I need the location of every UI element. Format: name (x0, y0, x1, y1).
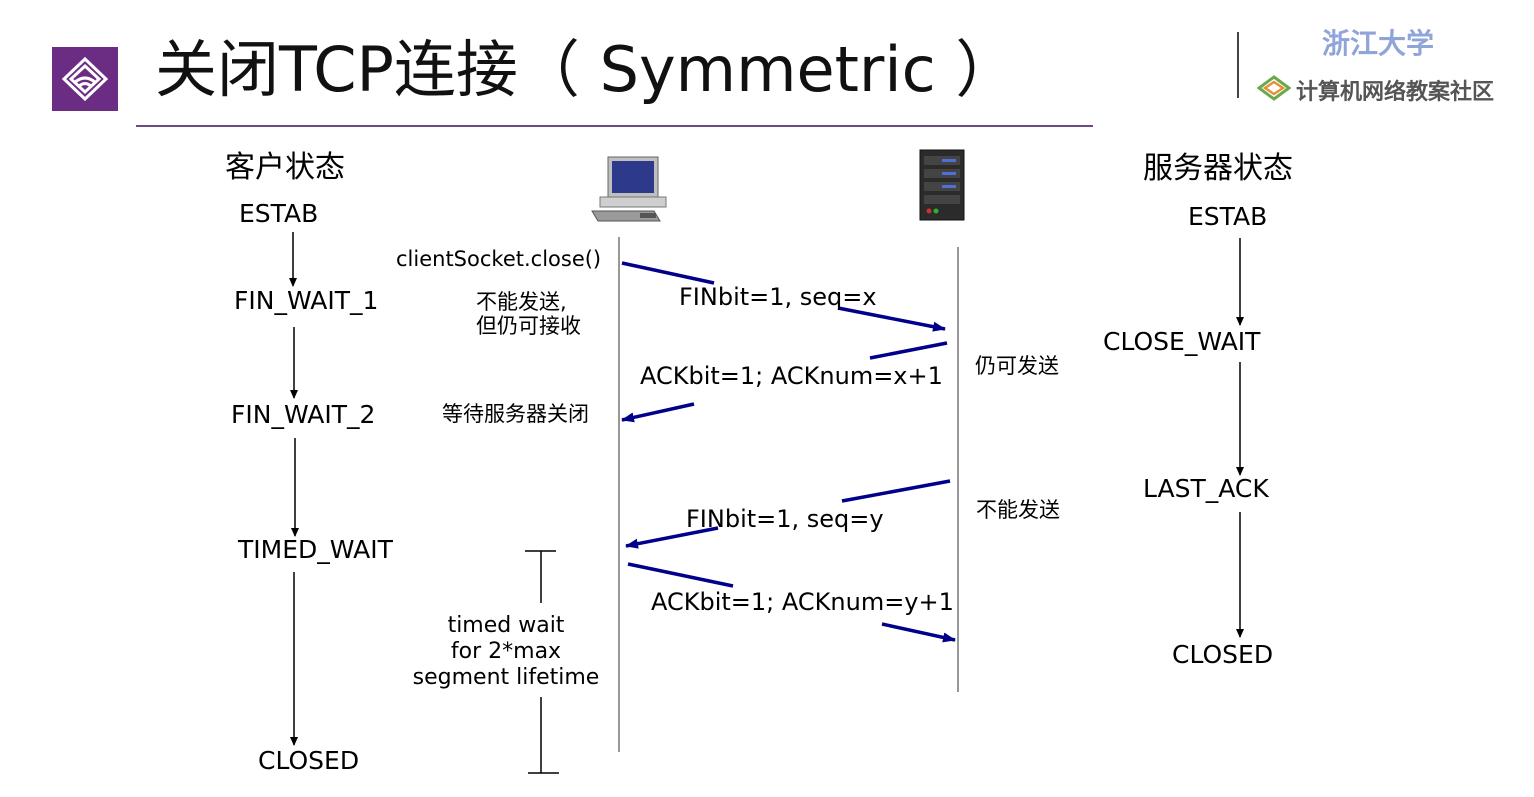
server-cannot-send-note: 不能发送 (976, 498, 1060, 522)
client-state-fin-wait-1: FIN_WAIT_1 (234, 286, 379, 315)
tcp-close-diagram (289, 149, 1244, 774)
cannot-send-line-1: 不能发送, (476, 290, 567, 314)
client-close-call: clientSocket.close() (396, 247, 602, 271)
ack-client-arrow (881, 622, 956, 643)
fin-client-segment-a (621, 261, 715, 285)
timed-wait-line-2: for 2*max (450, 639, 562, 664)
ack-server-arrow (621, 402, 695, 423)
timed-wait-line-1: timed wait (447, 613, 565, 638)
ack-server-label: ACKbit=1; ACKnum=x+1 (640, 362, 943, 390)
server-state-last-ack: LAST_ACK (1143, 474, 1269, 503)
fin-client-label: FINbit=1, seq=x (679, 283, 877, 311)
server-state-close-wait: CLOSE_WAIT (1103, 327, 1261, 356)
client-state-heading: 客户状态 (225, 150, 345, 185)
fin-server-segment-a (841, 479, 951, 503)
cannot-send-line-2: 但仍可接收 (476, 314, 581, 338)
fin-client-arrow (837, 306, 946, 332)
ack-client-segment-a (627, 562, 734, 588)
wait-server-close-note: 等待服务器关闭 (442, 402, 589, 426)
client-state-timed-wait: TIMED_WAIT (238, 535, 393, 564)
timed-wait-note: timed wait for 2*max segment lifetime (405, 613, 607, 691)
server-state-closed: CLOSED (1172, 640, 1274, 669)
timed-wait-line-3: segment lifetime (412, 665, 600, 690)
ack-client-label: ACKbit=1; ACKnum=y+1 (651, 588, 954, 616)
desktop-computer-icon (591, 156, 667, 222)
client-cannot-send-note: 不能发送, 但仍可接收 (476, 290, 581, 338)
server-rack-icon (919, 149, 965, 221)
server-can-still-send-note: 仍可发送 (975, 354, 1059, 378)
ack-server-segment-a (869, 341, 948, 360)
server-state-estab: ESTAB (1188, 202, 1268, 231)
fin-server-label: FINbit=1, seq=y (686, 505, 884, 533)
client-state-fin-wait-2: FIN_WAIT_2 (231, 400, 376, 429)
client-state-closed: CLOSED (258, 746, 360, 775)
client-state-estab: ESTAB (239, 199, 319, 228)
server-state-heading: 服务器状态 (1143, 151, 1293, 186)
